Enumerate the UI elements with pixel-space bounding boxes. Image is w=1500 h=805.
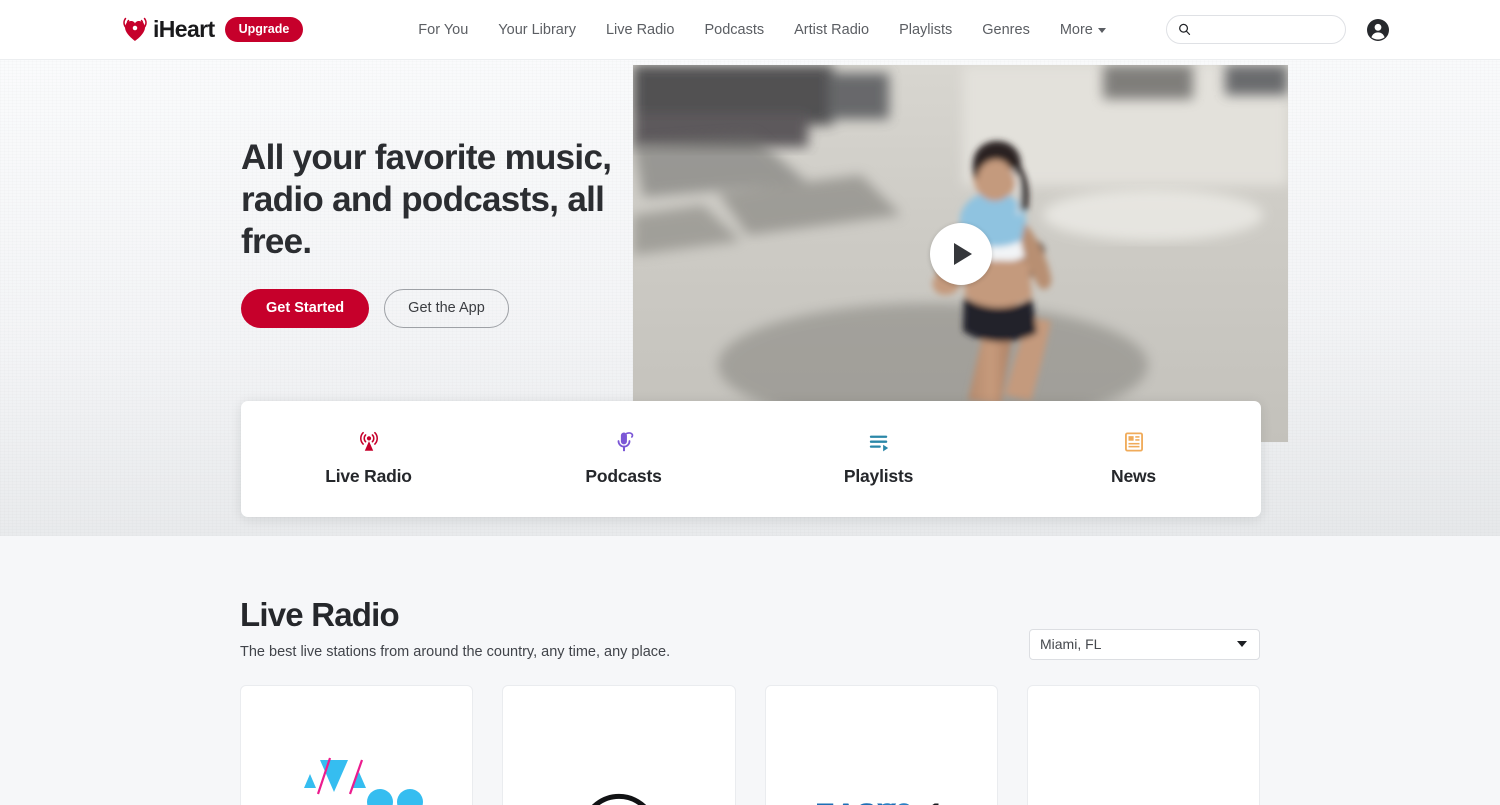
- iheart-heart-icon: [120, 17, 150, 43]
- nav-item-more[interactable]: More: [1060, 22, 1106, 38]
- location-select[interactable]: Miami, FL: [1029, 628, 1260, 660]
- main-navigation: For You Your Library Live Radio Podcasts…: [418, 22, 1106, 38]
- account-circle-icon: [1367, 18, 1389, 41]
- upgrade-button[interactable]: Upgrade: [224, 16, 304, 43]
- bolt-logo: [1071, 736, 1216, 805]
- station-card[interactable]: EASY 93 .1: [764, 684, 998, 805]
- hero-copy: All your favorite music, radio and podca…: [241, 137, 631, 328]
- section-subtitle: The best live stations from around the c…: [240, 643, 671, 660]
- hero-cta-group: Get Started Get the App: [241, 289, 631, 328]
- playlist-play-icon: [868, 431, 890, 453]
- category-card: Live Radio Podcasts Playlists News: [241, 401, 1261, 517]
- hero-video[interactable]: [633, 65, 1288, 442]
- play-button[interactable]: [929, 222, 992, 285]
- get-started-button[interactable]: Get Started: [241, 289, 370, 328]
- nav-label: Artist Radio: [794, 21, 870, 38]
- play-icon: [954, 242, 972, 265]
- brand-area: iHeart Upgrade: [120, 16, 304, 43]
- location-select-wrapper: Miami, FL: [1029, 628, 1260, 660]
- svg-text:93: 93: [879, 798, 912, 805]
- category-label: Playlists: [843, 466, 914, 486]
- section-heading-text: Live Radio The best live stations from a…: [240, 596, 671, 660]
- nav-item-podcasts[interactable]: Podcasts: [704, 22, 764, 38]
- nav-item-for-you[interactable]: For You: [418, 22, 468, 38]
- nav-item-your-library[interactable]: Your Library: [498, 22, 576, 38]
- station-grid: EASY 93 .1: [240, 684, 1260, 805]
- station-card[interactable]: [1026, 684, 1260, 805]
- category-label: News: [1111, 466, 1156, 486]
- search-box[interactable]: [1166, 15, 1346, 44]
- newspaper-icon: [1123, 431, 1145, 453]
- mia-92-logo: [284, 736, 429, 805]
- category-live-radio[interactable]: Live Radio: [241, 431, 496, 487]
- account-button[interactable]: [1366, 18, 1390, 42]
- section-title: Live Radio: [240, 596, 400, 633]
- nav-label: Podcasts: [704, 21, 765, 38]
- nav-label: Playlists: [899, 21, 953, 38]
- svg-text:.1: .1: [919, 798, 944, 805]
- category-label: Live Radio: [325, 466, 412, 486]
- nav-item-playlists[interactable]: Playlists: [899, 22, 952, 38]
- microphone-icon: [613, 431, 635, 453]
- nav-item-live-radio[interactable]: Live Radio: [606, 22, 675, 38]
- header-actions: [1166, 15, 1390, 44]
- station-card[interactable]: [502, 684, 736, 805]
- category-playlists[interactable]: Playlists: [751, 431, 1006, 487]
- search-input[interactable]: [1199, 22, 1335, 37]
- broadcast-tower-icon: [358, 431, 380, 453]
- category-news[interactable]: News: [1006, 431, 1261, 487]
- nav-label: Your Library: [498, 21, 576, 38]
- arc-logo: [546, 736, 691, 805]
- search-icon: [1177, 22, 1192, 37]
- category-label: Podcasts: [585, 466, 662, 486]
- nav-item-genres[interactable]: Genres: [982, 22, 1030, 38]
- easy-93-1-logo: EASY 93 .1: [809, 736, 954, 805]
- section-header: Live Radio The best live stations from a…: [240, 596, 1260, 660]
- nav-label: For You: [418, 21, 469, 38]
- iheart-logo-link[interactable]: iHeart: [120, 17, 215, 43]
- get-the-app-button[interactable]: Get the App: [384, 289, 509, 328]
- nav-item-artist-radio[interactable]: Artist Radio: [794, 22, 869, 38]
- hero-section: All your favorite music, radio and podca…: [0, 60, 1500, 536]
- chevron-down-icon: [1097, 28, 1106, 33]
- hero-title: All your favorite music, radio and podca…: [241, 138, 612, 261]
- category-podcasts[interactable]: Podcasts: [496, 431, 751, 487]
- nav-label: More: [1059, 21, 1093, 38]
- station-card[interactable]: [240, 684, 474, 805]
- nav-label: Genres: [982, 21, 1030, 38]
- site-header: iHeart Upgrade For You Your Library Live…: [0, 0, 1500, 60]
- nav-label: Live Radio: [605, 21, 675, 38]
- live-radio-section: Live Radio The best live stations from a…: [0, 536, 1500, 805]
- brand-name: iHeart: [153, 16, 215, 42]
